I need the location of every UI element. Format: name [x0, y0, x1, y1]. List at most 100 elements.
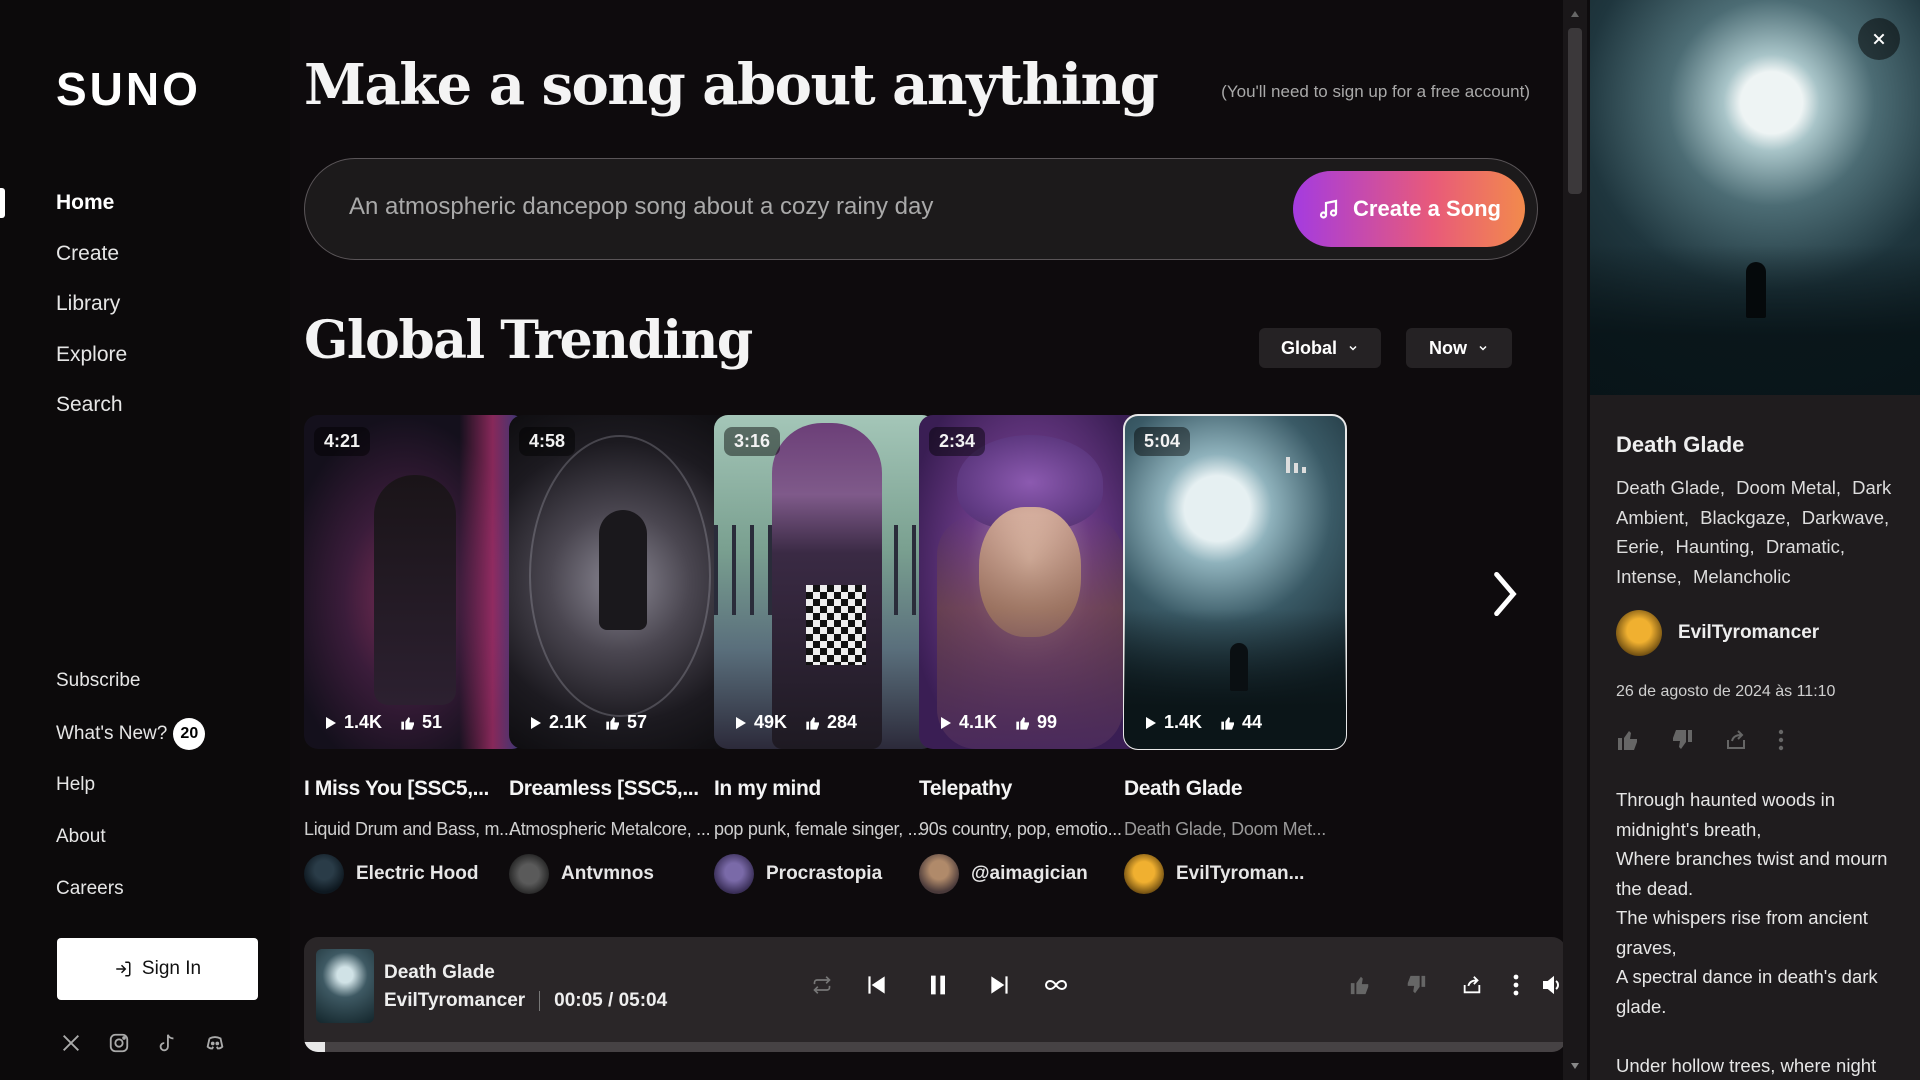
sign-in-button[interactable]: Sign In — [57, 938, 258, 1000]
now-playing-artist[interactable]: EvilTyromancer — [384, 990, 525, 1012]
song-author[interactable]: Electric Hood ⋮ — [304, 854, 526, 894]
create-song-button[interactable]: Create a Song — [1293, 171, 1525, 247]
now-playing-icon — [1286, 451, 1316, 473]
song-tags: Liquid Drum and Bass, m... — [304, 819, 514, 839]
playback-progress[interactable] — [304, 1042, 1566, 1052]
previous-track-icon[interactable] — [856, 965, 896, 1005]
x-icon[interactable] — [58, 1030, 84, 1056]
repeat-icon[interactable] — [802, 965, 842, 1005]
song-title[interactable]: Telepathy — [919, 777, 1141, 801]
carousel-next-icon[interactable] — [1488, 566, 1522, 627]
genre-tag[interactable]: Eerie, — [1616, 536, 1664, 557]
song-card[interactable]: 2:34 4.1K 99 Telepathy 90s country, pop,… — [919, 415, 1141, 894]
play-count: 49K — [754, 712, 788, 732]
song-title[interactable]: I Miss You [SSC5,... — [304, 777, 526, 801]
play-icon — [941, 716, 951, 729]
nav-about[interactable]: About — [56, 822, 205, 874]
time-label: Now — [1429, 337, 1467, 358]
close-panel-button[interactable] — [1858, 18, 1900, 60]
now-playing-title[interactable]: Death Glade — [384, 962, 495, 984]
genre-tag[interactable]: Darkwave, — [1802, 507, 1889, 528]
play-count: 2.1K — [549, 712, 588, 732]
playback-progress-fill — [304, 1042, 325, 1052]
song-cover[interactable]: 2:34 4.1K 99 — [919, 415, 1141, 749]
song-card[interactable]: 4:21 1.4K 51 I Miss You [SSC5,... Liquid… — [304, 415, 526, 894]
create-song-label: Create a Song — [1353, 196, 1501, 221]
song-card[interactable]: 4:58 2.1K 57 Dreamless [SSC5,... Atmosph… — [509, 415, 731, 894]
song-card[interactable]: 3:16 49K 284 In my mind pop punk, female… — [714, 415, 936, 894]
genre-tag[interactable]: Melancholic — [1693, 566, 1791, 587]
nav-library[interactable]: Library — [56, 289, 127, 340]
song-title[interactable]: Dreamless [SSC5,... — [509, 777, 731, 801]
genre-tag[interactable]: Blackgaze, — [1700, 507, 1791, 528]
nav-explore[interactable]: Explore — [56, 340, 127, 391]
suno-logo[interactable]: SUNO — [56, 62, 201, 116]
region-label: Global — [1280, 337, 1337, 358]
nav-careers[interactable]: Careers — [56, 874, 205, 926]
thumbs-up-icon — [1221, 716, 1235, 730]
like-icon[interactable] — [1340, 965, 1380, 1005]
scroll-up-icon[interactable] — [1570, 10, 1580, 18]
thumbs-up-icon — [606, 716, 620, 730]
scroll-down-icon[interactable] — [1570, 1062, 1580, 1070]
lone-figure — [1746, 262, 1766, 318]
song-title[interactable]: Death Glade — [1124, 777, 1346, 801]
time-dropdown[interactable]: Now — [1406, 328, 1512, 368]
song-detail-panel: Death Glade Death Glade, Doom Metal, Dar… — [1590, 0, 1920, 1080]
like-icon[interactable] — [1616, 728, 1640, 757]
share-icon[interactable] — [1452, 965, 1492, 1005]
nav-help[interactable]: Help — [56, 770, 205, 822]
song-author[interactable]: Procrastopia ⋮ — [714, 854, 936, 894]
genre-tag[interactable]: Haunting, — [1675, 536, 1754, 557]
song-cover[interactable]: 4:21 1.4K 51 — [304, 415, 526, 749]
nav-home[interactable]: Home — [56, 188, 127, 239]
card-stats: 2.1K 57 — [527, 712, 647, 733]
nav-whats-new[interactable]: What's New? 20 — [56, 718, 206, 770]
share-icon[interactable] — [1724, 728, 1748, 757]
hero-title: Make a song about anything — [304, 52, 1159, 118]
song-prompt-input[interactable] — [349, 193, 1249, 221]
duration-badge: 3:16 — [724, 427, 781, 456]
more-options-icon[interactable] — [1496, 965, 1536, 1005]
nav-search[interactable]: Search — [56, 390, 127, 441]
pause-icon[interactable] — [918, 965, 958, 1005]
shadow-figure — [599, 510, 647, 630]
genre-tag[interactable]: Doom Metal, — [1736, 477, 1841, 498]
loop-icon[interactable] — [1036, 965, 1076, 1005]
song-author[interactable]: EvilTyroman... — [1124, 854, 1346, 894]
instagram-icon[interactable] — [106, 1030, 132, 1056]
song-cover[interactable]: 3:16 49K 284 — [714, 415, 936, 749]
playback-time: 00:05 / 05:04 — [554, 990, 668, 1011]
sign-in-icon — [116, 961, 131, 977]
song-author[interactable]: Antvmnos ⋮ — [509, 854, 731, 894]
nav-create[interactable]: Create — [56, 239, 127, 290]
song-tags: Atmospheric Metalcore, ... — [509, 819, 711, 839]
play-icon — [326, 716, 336, 729]
song-lyrics: Through haunted woods in midnight's brea… — [1616, 789, 1888, 1076]
panel-author[interactable]: EvilTyromancer — [1616, 610, 1906, 656]
song-title[interactable]: In my mind — [714, 777, 936, 801]
next-track-icon[interactable] — [980, 965, 1020, 1005]
song-author[interactable]: @aimagician ⋮ — [919, 854, 1141, 894]
checkered-shirt — [806, 585, 866, 665]
scrollbar-thumb[interactable] — [1568, 28, 1582, 194]
genre-tag[interactable]: Intense, — [1616, 566, 1682, 587]
secondary-nav: Subscribe What's New? 20 Help About Caree… — [56, 666, 206, 926]
duration-badge: 4:21 — [314, 427, 371, 456]
discord-icon[interactable] — [202, 1030, 228, 1056]
dislike-icon[interactable] — [1670, 728, 1694, 757]
more-options-icon[interactable] — [1778, 728, 1784, 757]
song-cover[interactable]: 5:04 1.4K 44 — [1123, 414, 1347, 750]
song-cover[interactable]: 4:58 2.1K 57 — [509, 415, 731, 749]
song-card[interactable]: 5:04 1.4K 44 Death Glade Death Glade, Do… — [1123, 414, 1347, 894]
dislike-icon[interactable] — [1396, 965, 1436, 1005]
now-playing-cover[interactable] — [316, 949, 374, 1023]
genre-tag[interactable]: Death Glade, — [1616, 477, 1725, 498]
volume-icon[interactable] — [1532, 965, 1566, 1005]
region-dropdown[interactable]: Global — [1259, 328, 1381, 368]
whats-new-badge: 20 — [173, 718, 206, 750]
nav-subscribe[interactable]: Subscribe — [56, 666, 205, 718]
tiktok-icon[interactable] — [154, 1030, 180, 1056]
genre-tag[interactable]: Dramatic, — [1766, 536, 1845, 557]
duration-badge: 4:58 — [519, 427, 576, 456]
